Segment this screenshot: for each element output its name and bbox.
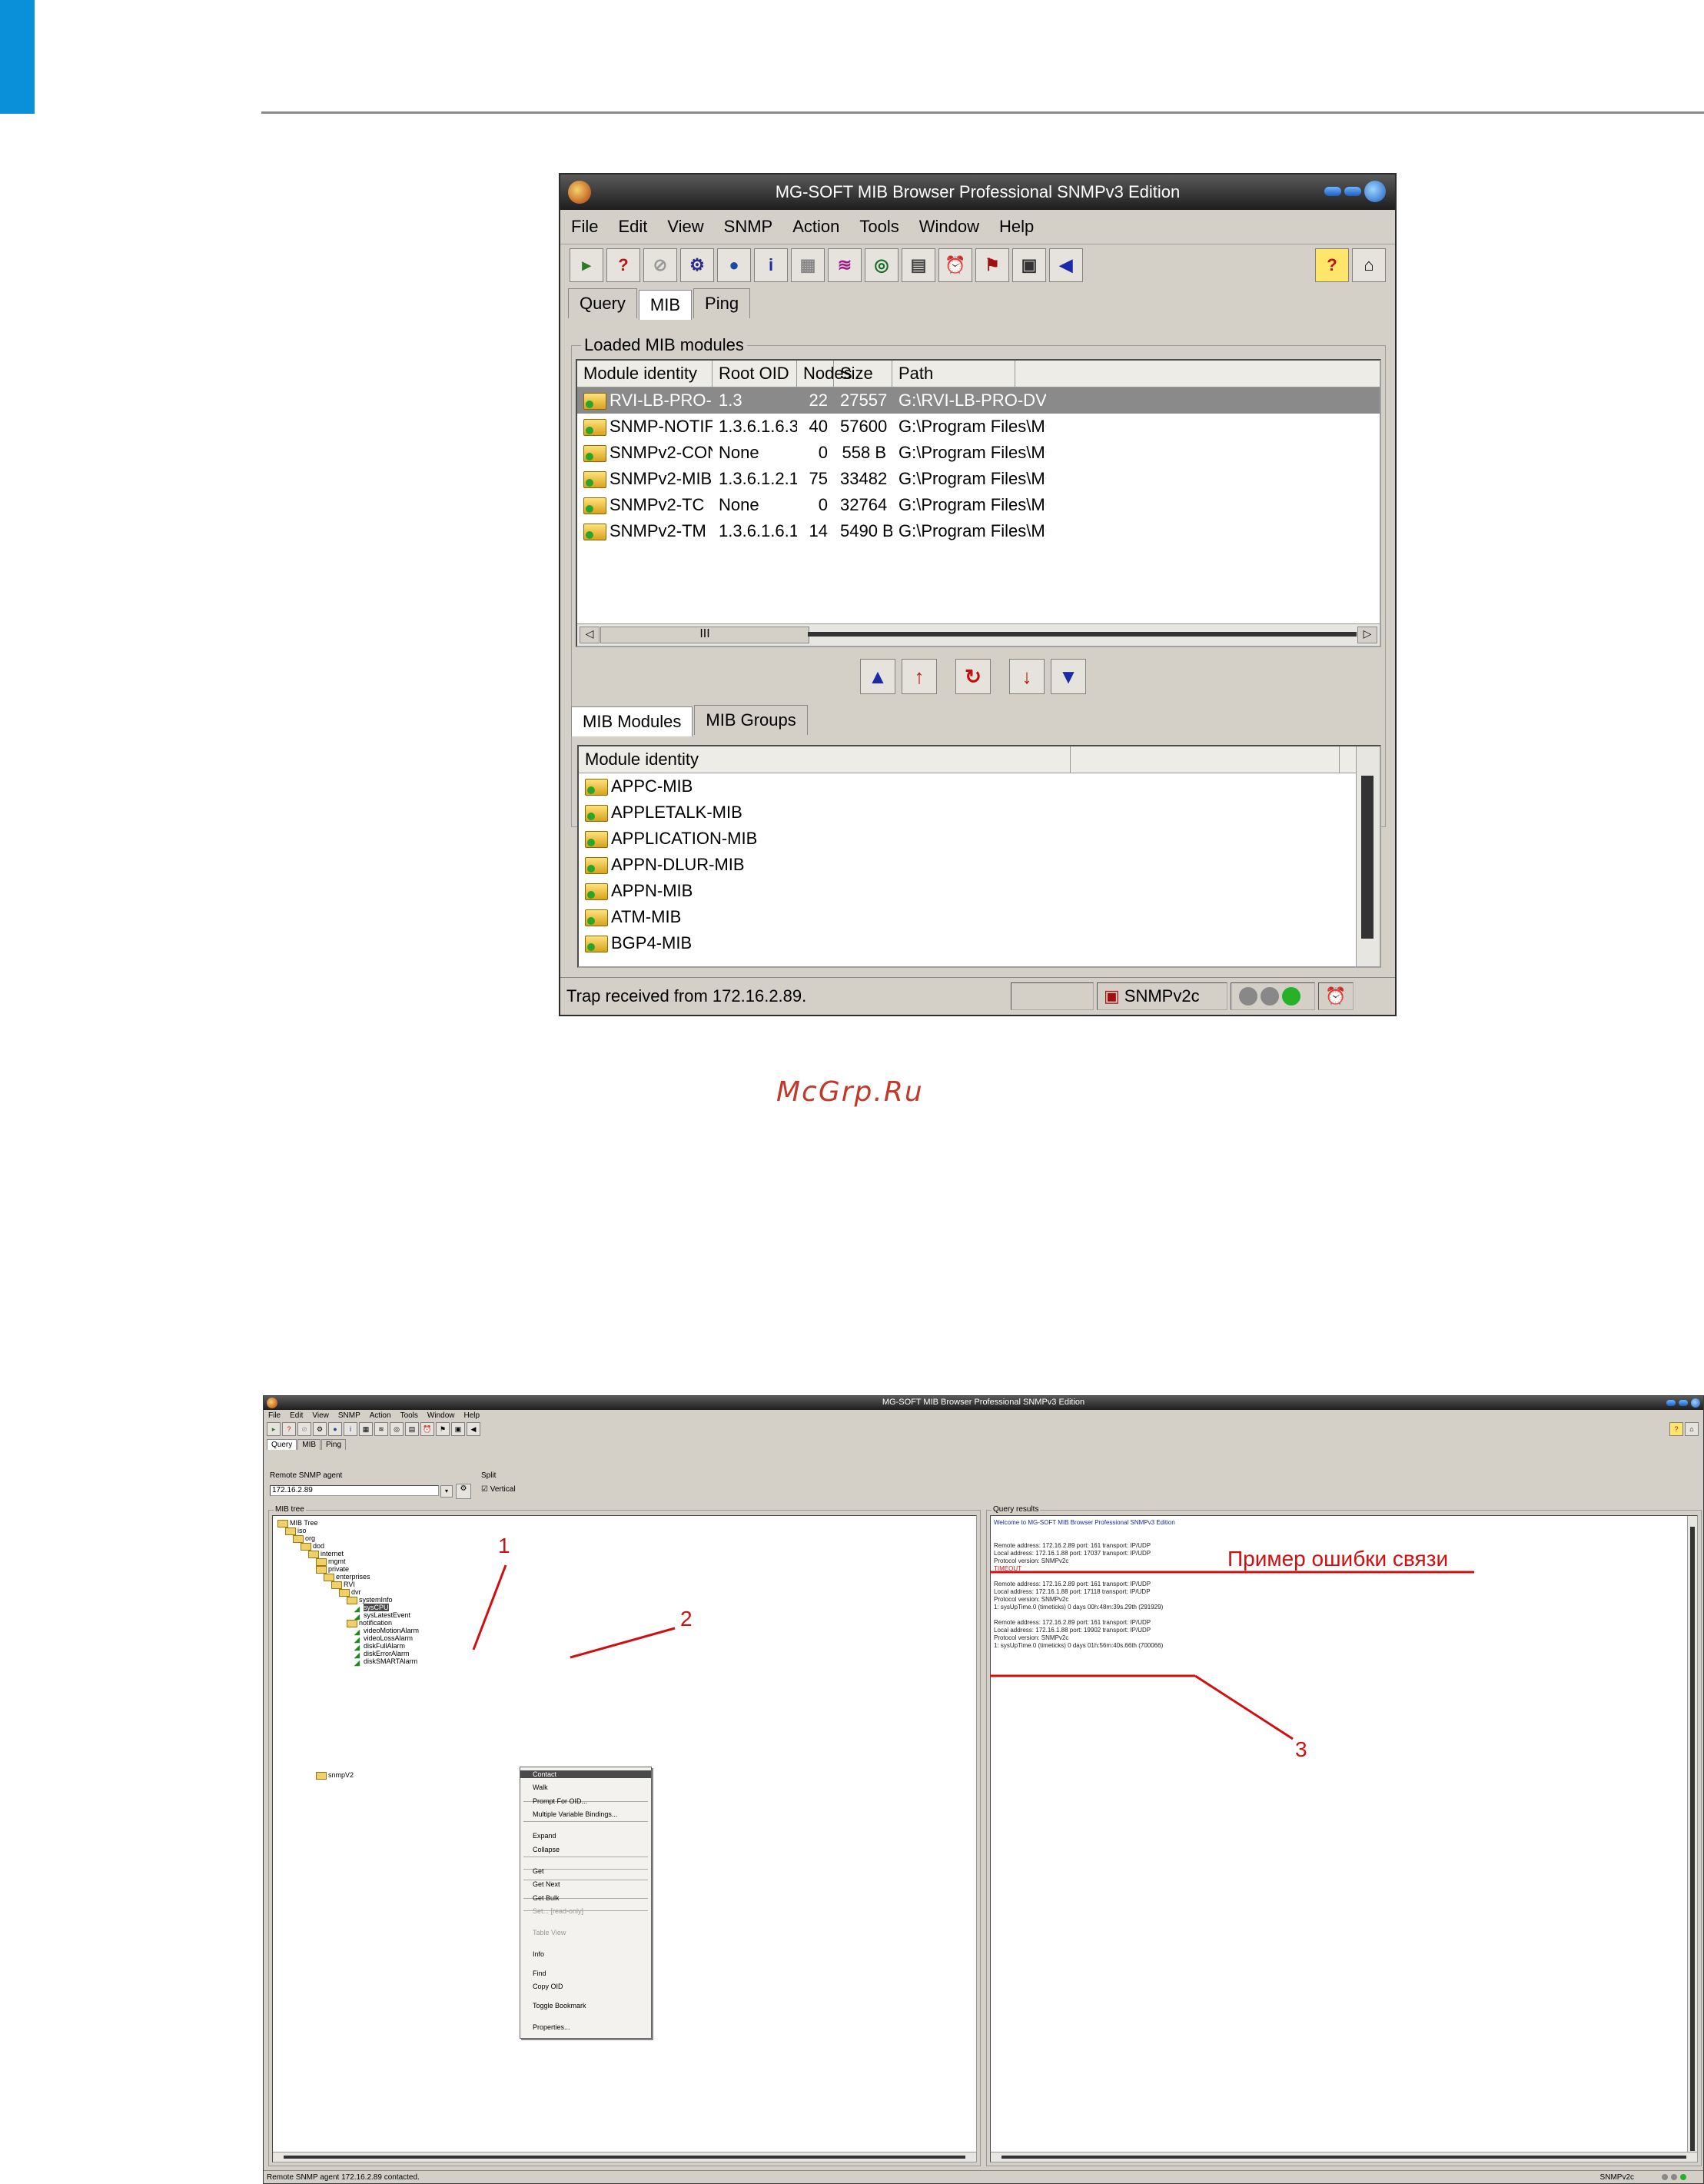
annotation-1: 1 [498,1534,510,1557]
annotation-3: 3 [1295,1737,1307,1761]
annotation-line-1 [472,1564,507,1650]
annotation-line-2 [570,1627,676,1659]
annotation-2: 2 [680,1607,693,1631]
annotation-lines [472,1564,1474,1740]
annotation-error-example: Пример ошибки связи [1227,1547,1449,1571]
annotation-line-3 [1194,1674,1294,1740]
